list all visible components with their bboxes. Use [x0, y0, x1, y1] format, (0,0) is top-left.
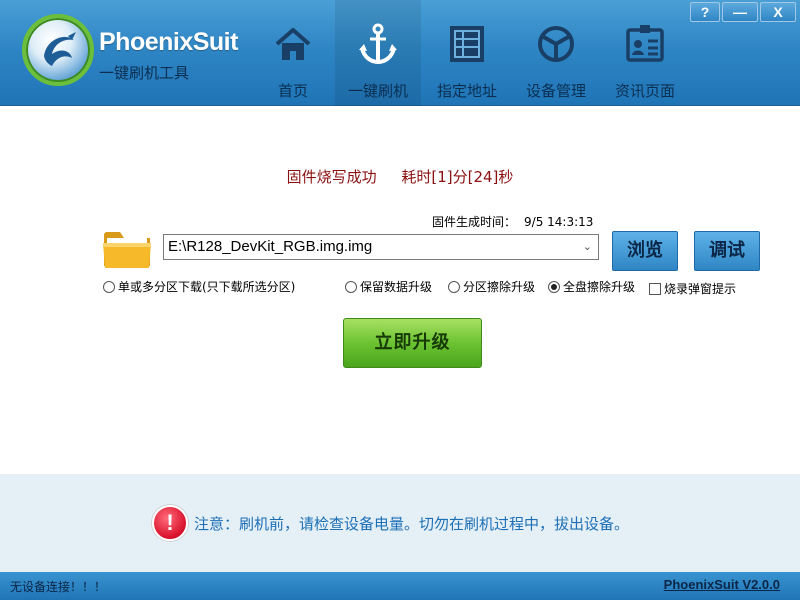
nav-one-click-flash[interactable]: 一键刷机 [335, 0, 421, 106]
radio-partition-erase[interactable] [448, 280, 460, 293]
option-single-multi-partition[interactable]: 单或多分区下载(只下载所选分区) [103, 278, 295, 295]
debug-button[interactable]: 调试 [694, 231, 760, 271]
option-popup-hint[interactable]: 烧录弹窗提示 [649, 280, 736, 297]
warning-icon: ! [152, 505, 188, 541]
nav-specify-address-label: 指定地址 [436, 82, 497, 100]
checkbox-popup-hint[interactable] [649, 282, 661, 295]
minimize-button[interactable]: — [722, 2, 758, 22]
option-full-erase-label: 全盘擦除升级 [563, 280, 636, 294]
radio-keep-data[interactable] [345, 280, 357, 293]
folder-icon[interactable] [102, 228, 152, 270]
flash-result: 固件烧写成功 耗时[1]分[24]秒 [0, 166, 800, 187]
phoenix-logo-icon [22, 14, 94, 86]
firmware-path-select[interactable]: E:\R128_DevKit_RGB.img.img ⌄ [163, 234, 599, 260]
status-bar: 无设备连接！！！ PhoenixSuit V2.0.0 [0, 572, 800, 600]
option-single-multi-label: 单或多分区下载(只下载所选分区) [118, 280, 296, 294]
firmware-gen-time-label: 固件生成时间： [432, 215, 517, 229]
radio-single-multi[interactable] [103, 280, 115, 293]
option-popup-hint-label: 烧录弹窗提示 [664, 282, 737, 296]
flash-status-text: 固件烧写成功 [286, 168, 377, 186]
app-title: PhoenixSuit [99, 28, 238, 56]
nav-one-click-flash-label: 一键刷机 [347, 82, 408, 100]
header: PhoenixSuit 一键刷机工具 首页 一键刷机 指定地址 设备管理 资讯页… [0, 0, 800, 106]
nav-home[interactable]: 首页 [250, 0, 336, 106]
news-icon [626, 25, 664, 62]
notice-text: 注意：刷机前，请检查设备电量。切勿在刷机过程中，拔出设备。 [194, 515, 630, 533]
nav-specify-address[interactable]: 指定地址 [424, 0, 510, 106]
firmware-gen-time: 固件生成时间： 9/5 14:3:13 [432, 213, 593, 230]
option-full-erase[interactable]: 全盘擦除升级 [548, 278, 635, 295]
option-keep-data-label: 保留数据升级 [360, 280, 433, 294]
browse-button[interactable]: 浏览 [612, 231, 678, 271]
flash-elapsed-text: 耗时[1]分[24]秒 [401, 168, 514, 186]
window-controls: ? — X [688, 2, 796, 22]
option-partition-erase[interactable]: 分区擦除升级 [448, 278, 535, 295]
option-partition-erase-label: 分区擦除升级 [463, 280, 536, 294]
nav-news-page[interactable]: 资讯页面 [602, 0, 688, 106]
radio-full-erase[interactable] [548, 280, 560, 293]
help-button[interactable]: ? [690, 2, 720, 22]
home-icon [275, 28, 311, 60]
app-subtitle: 一键刷机工具 [99, 64, 190, 82]
anchor-icon [359, 23, 397, 65]
cube-icon [538, 26, 574, 62]
device-connection-status: 无设备连接！！！ [10, 580, 107, 594]
nav-device-management[interactable]: 设备管理 [513, 0, 599, 106]
firmware-path-value: E:\R128_DevKit_RGB.img.img [168, 238, 373, 255]
firmware-gen-time-value: 9/5 14:3:13 [524, 215, 594, 229]
close-button[interactable]: X [760, 2, 796, 22]
chevron-down-icon[interactable]: ⌄ [583, 235, 592, 259]
notice-panel: ! 注意：刷机前，请检查设备电量。切勿在刷机过程中，拔出设备。 [0, 474, 800, 572]
version-link[interactable]: PhoenixSuit V2.0.0 [664, 577, 780, 592]
nav-home-label: 首页 [277, 82, 308, 100]
nav-news-page-label: 资讯页面 [614, 82, 675, 100]
option-keep-data[interactable]: 保留数据升级 [345, 278, 432, 295]
grid-icon [450, 26, 484, 62]
nav-device-management-label: 设备管理 [525, 82, 586, 100]
upgrade-now-button[interactable]: 立即升级 [343, 318, 482, 368]
